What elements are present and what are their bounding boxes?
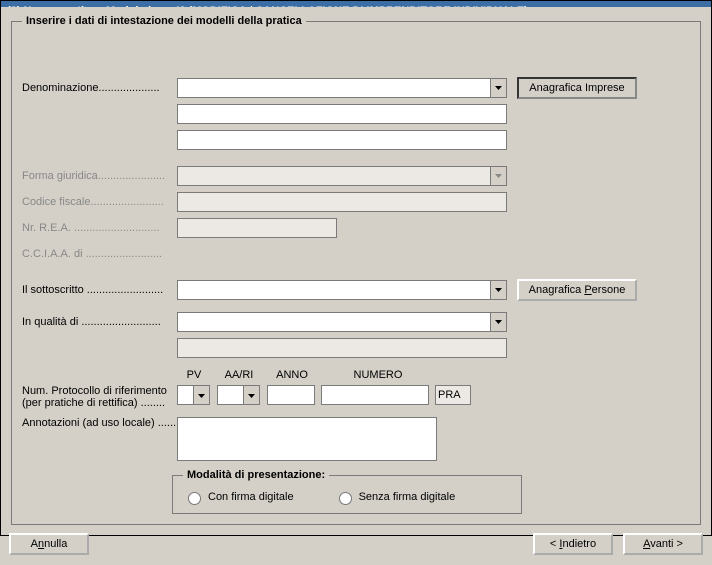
codice-fiscale-input — [177, 192, 507, 212]
hdr-aari: AA/RI — [217, 369, 261, 381]
aari-combo[interactable] — [217, 385, 261, 405]
row-annotazioni: Annotazioni (ad uso locale) ...... — [22, 417, 690, 461]
label-denominazione: Denominazione.................... — [22, 82, 177, 94]
form-area: Denominazione.................... Anagra… — [22, 77, 690, 514]
in-qualita-combo[interactable] — [177, 312, 507, 332]
forma-giuridica-drop — [490, 166, 507, 186]
label-nr-rea: Nr. R.E.A. ............................ — [22, 222, 177, 234]
label-sottoscritto: Il sottoscritto ........................… — [22, 284, 177, 296]
btn-label: Avanti > — [643, 538, 683, 550]
avanti-button[interactable]: Avanti > — [623, 533, 703, 555]
btn-label: Annulla — [31, 538, 68, 550]
radio-senza-firma-input[interactable] — [339, 492, 352, 505]
denominazione-extra1[interactable] — [177, 104, 507, 124]
btn-label: Anagrafica Persone — [529, 284, 626, 296]
proto-fields — [177, 385, 471, 405]
btn-label: Anagrafica Imprese — [529, 82, 624, 94]
aari-drop[interactable] — [243, 385, 260, 405]
row-cciaa: C.C.I.A.A. di ......................... — [22, 243, 690, 265]
label-cciaa: C.C.I.A.A. di ......................... — [22, 248, 177, 260]
row-denom-extra2 — [22, 129, 690, 151]
row-in-qualita: In qualità di .......................... — [22, 311, 690, 333]
chevron-down-icon — [198, 389, 205, 401]
pv-drop[interactable] — [193, 385, 210, 405]
group-legend: Inserire i dati di intestazione dei mode… — [22, 15, 306, 27]
label-forma-giuridica: Forma giuridica...................... — [22, 170, 177, 182]
chevron-down-icon — [495, 86, 502, 90]
hdr-anno: ANNO — [267, 369, 317, 381]
presentazione-group: Modalità di presentazione: Con firma dig… — [172, 469, 522, 514]
presentazione-legend: Modalità di presentazione: — [183, 469, 329, 481]
proto-headers: PV AA/RI ANNO NUMERO — [177, 369, 690, 381]
indietro-button[interactable]: < Indietro — [533, 533, 613, 555]
footer-right: < Indietro Avanti > — [533, 533, 703, 555]
radio-senza-firma[interactable]: Senza firma digitale — [334, 489, 456, 505]
sottoscritto-input[interactable] — [177, 280, 490, 300]
row-denom-extra1 — [22, 103, 690, 125]
window: (3) Nuova pratica - Modulo base I2 (MODI… — [0, 0, 712, 536]
denominazione-extra2[interactable] — [177, 130, 507, 150]
row-protocollo: Num. Protocollo di riferimento (per prat… — [22, 385, 690, 409]
label-in-qualita: In qualità di .......................... — [22, 316, 177, 328]
numero-input[interactable] — [321, 385, 429, 405]
client-area: Inserire i dati di intestazione dei mode… — [1, 7, 711, 565]
in-qualita-drop[interactable] — [490, 312, 507, 332]
denominazione-input[interactable] — [177, 78, 490, 98]
forma-giuridica-input — [177, 166, 490, 186]
aari-input[interactable] — [217, 385, 243, 405]
label-annotazioni: Annotazioni (ad uso locale) ...... — [22, 417, 177, 429]
hdr-pv: PV — [177, 369, 211, 381]
row-nr-rea: Nr. R.E.A. ............................ — [22, 217, 690, 239]
proto-suffix — [435, 385, 471, 405]
row-forma-giuridica: Forma giuridica...................... — [22, 165, 690, 187]
radio-con-firma[interactable]: Con firma digitale — [183, 489, 294, 505]
anno-input[interactable] — [267, 385, 315, 405]
annulla-button[interactable]: Annulla — [9, 533, 89, 555]
btn-label: < Indietro — [550, 538, 596, 550]
hdr-numero: NUMERO — [323, 369, 433, 381]
sottoscritto-drop[interactable] — [490, 280, 507, 300]
row-denominazione: Denominazione.................... Anagra… — [22, 77, 690, 99]
presentazione-options: Con firma digitale Senza firma digitale — [183, 489, 511, 505]
nr-rea-input — [177, 218, 337, 238]
label-protocollo: Num. Protocollo di riferimento (per prat… — [22, 385, 177, 409]
annotazioni-textarea[interactable] — [177, 417, 437, 461]
row-codice-fiscale: Codice fiscale........................ — [22, 191, 690, 213]
row-sottoscritto: Il sottoscritto ........................… — [22, 279, 690, 301]
chevron-down-icon — [248, 389, 255, 401]
pv-input[interactable] — [177, 385, 193, 405]
anagrafica-persone-button[interactable]: Anagrafica Persone — [517, 279, 637, 301]
chevron-down-icon — [495, 288, 502, 292]
chevron-down-icon — [495, 174, 502, 178]
forma-giuridica-combo — [177, 166, 507, 186]
radio-con-firma-input[interactable] — [188, 492, 201, 505]
denominazione-combo[interactable] — [177, 78, 507, 98]
row-in-qualita-extra — [22, 337, 690, 359]
header-group: Inserire i dati di intestazione dei mode… — [11, 15, 701, 525]
denominazione-drop[interactable] — [490, 78, 507, 98]
pv-combo[interactable] — [177, 385, 211, 405]
in-qualita-extra — [177, 338, 507, 358]
anagrafica-imprese-button[interactable]: Anagrafica Imprese — [517, 77, 637, 99]
in-qualita-input[interactable] — [177, 312, 490, 332]
footer: Annulla < Indietro Avanti > — [9, 531, 703, 557]
sottoscritto-combo[interactable] — [177, 280, 507, 300]
chevron-down-icon — [495, 320, 502, 324]
label-codice-fiscale: Codice fiscale........................ — [22, 196, 177, 208]
